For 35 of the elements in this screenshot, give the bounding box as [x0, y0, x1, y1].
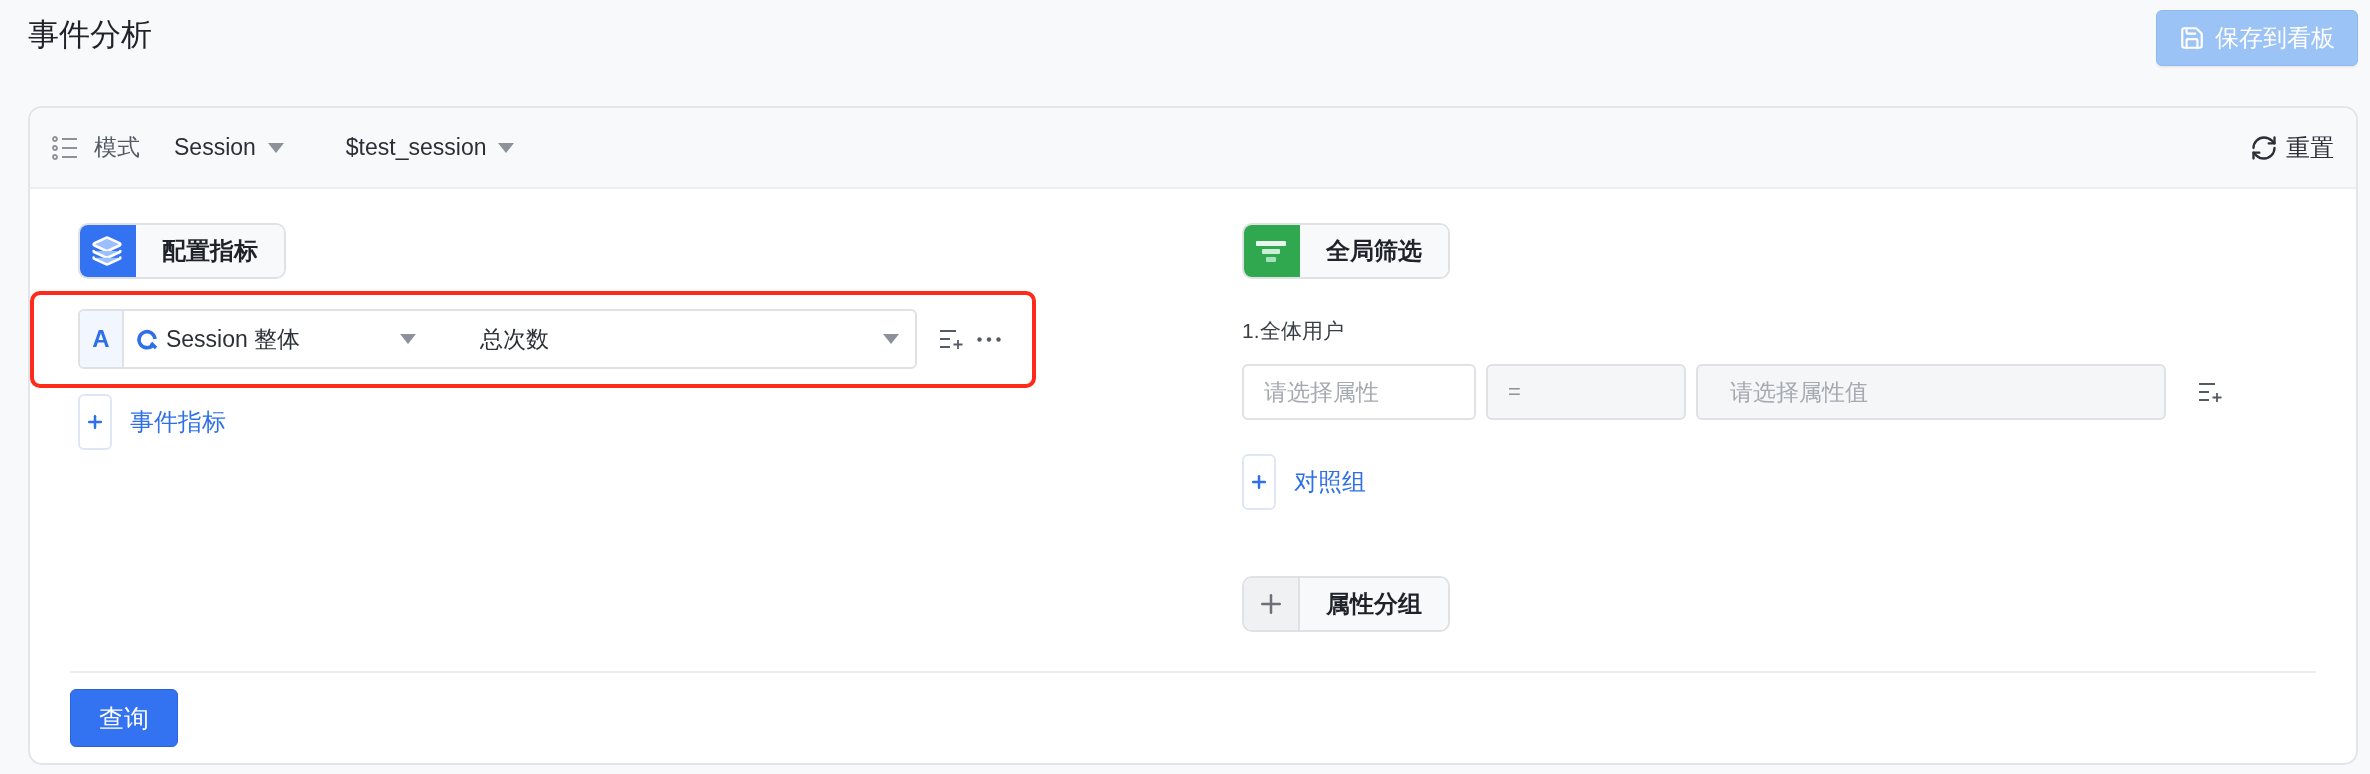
more-button[interactable] — [977, 336, 1001, 342]
more-icon — [977, 336, 1001, 342]
caret-icon — [498, 142, 515, 153]
section-button[interactable]: 属性分组 — [1242, 576, 1450, 633]
caret-icon — [267, 142, 284, 153]
filter-icon — [1256, 239, 1286, 264]
caret-icon — [883, 334, 899, 345]
page-title: 事件分析 — [28, 16, 152, 54]
value-field[interactable]: 请选择属性值 — [1696, 364, 2166, 421]
metric-letter: A — [80, 311, 124, 368]
section-button[interactable]: 配置指标 — [78, 223, 286, 280]
reset-button[interactable]: 重置 — [2250, 131, 2334, 164]
layers-icon — [91, 235, 123, 268]
add-filter-button[interactable] — [939, 328, 965, 351]
save-icon — [2179, 25, 2205, 51]
aggregation-select[interactable]: 总次数 — [431, 311, 915, 368]
add-condition-button[interactable] — [2198, 381, 2224, 404]
add-metric-link[interactable]: 事件指标 — [130, 406, 226, 439]
group-label: 1.全体用户 — [1242, 320, 1345, 343]
property-field[interactable]: 请选择属性 — [1242, 364, 1476, 421]
event-select[interactable]: Session 整体 — [123, 311, 432, 368]
search-icon — [135, 328, 158, 351]
caret-icon — [399, 334, 416, 345]
refresh-icon — [2250, 133, 2278, 162]
add-button[interactable] — [1242, 454, 1276, 511]
mode-dropdown[interactable]: Session — [174, 134, 284, 162]
section-button[interactable]: 全局筛选 — [1242, 223, 1450, 280]
list-add-icon — [939, 328, 965, 351]
add-button[interactable] — [78, 394, 112, 451]
list-icon — [52, 135, 78, 160]
mode-label: 模式 — [94, 133, 140, 163]
mode-dropdown[interactable]: $test_session — [345, 134, 515, 162]
query-button[interactable]: 查询 — [70, 689, 178, 747]
add-group-link[interactable]: 对照组 — [1294, 466, 1366, 499]
list-add-icon — [2198, 381, 2224, 404]
